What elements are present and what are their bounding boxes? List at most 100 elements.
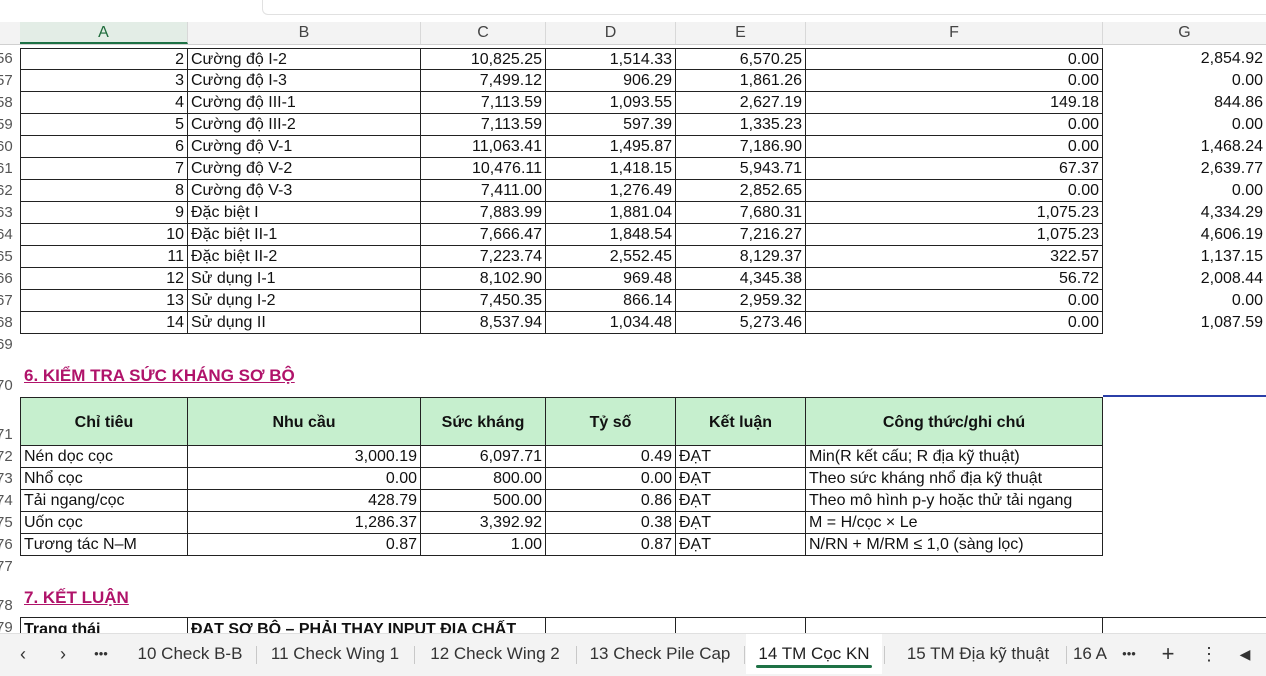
load-cell-name[interactable]: Cường độ V-2	[188, 158, 421, 180]
row-header[interactable]: 75	[0, 514, 16, 534]
load-cell-f[interactable]: 1,075.23	[806, 202, 1103, 224]
load-cell-g[interactable]: 0.00	[1103, 180, 1266, 202]
load-cell-e[interactable]: 5,273.46	[676, 312, 806, 334]
check-cell-d[interactable]: 0.00	[546, 468, 676, 490]
check-cell-a[interactable]: Tương tác N–M	[20, 534, 188, 556]
load-cell-e[interactable]: 7,680.31	[676, 202, 806, 224]
row-header[interactable]: 69	[0, 336, 16, 356]
row-header[interactable]: 62	[0, 182, 16, 202]
row-header[interactable]: 57	[0, 72, 16, 92]
load-cell-name[interactable]: Cường độ V-3	[188, 180, 421, 202]
check-cell-b[interactable]: 1,286.37	[188, 512, 421, 534]
load-cell-d[interactable]: 1,848.54	[546, 224, 676, 246]
next-sheet-icon[interactable]: ›	[48, 634, 78, 674]
load-cell-f[interactable]: 0.00	[806, 312, 1103, 334]
load-cell-f[interactable]: 0.00	[806, 48, 1103, 70]
load-cell-d[interactable]: 1,418.15	[546, 158, 676, 180]
load-cell-c[interactable]: 7,223.74	[421, 246, 546, 268]
check-cell-f[interactable]: Min(R kết cấu; R địa kỹ thuật)	[806, 446, 1103, 468]
row-header[interactable]: 63	[0, 204, 16, 224]
row-header[interactable]: 58	[0, 94, 16, 114]
load-cell-name[interactable]: Cường độ III-2	[188, 114, 421, 136]
load-cell-g[interactable]: 0.00	[1103, 70, 1266, 92]
check-cell-f[interactable]: Theo sức kháng nhổ địa kỹ thuật	[806, 468, 1103, 490]
check-header-cell[interactable]: Công thức/ghi chú	[806, 397, 1103, 446]
load-cell-g[interactable]: 2,854.92	[1103, 48, 1266, 70]
row-header[interactable]: 78	[0, 597, 16, 617]
load-cell-c[interactable]: 10,476.11	[421, 158, 546, 180]
load-cell-f[interactable]: 0.00	[806, 114, 1103, 136]
check-cell-d[interactable]: 0.38	[546, 512, 676, 534]
load-cell-g[interactable]: 844.86	[1103, 92, 1266, 114]
sheet-tab[interactable]: 14 TM Cọc KN	[746, 634, 882, 674]
load-cell-name[interactable]: Cường độ III-1	[188, 92, 421, 114]
load-cell-name[interactable]: Cường độ I-3	[188, 70, 421, 92]
check-cell-b[interactable]: 428.79	[188, 490, 421, 512]
load-cell-name[interactable]: Đặc biệt II-1	[188, 224, 421, 246]
load-cell-n[interactable]: 10	[20, 224, 188, 246]
column-header-f[interactable]: F	[806, 22, 1103, 44]
check-cell-d[interactable]: 0.87	[546, 534, 676, 556]
load-cell-n[interactable]: 3	[20, 70, 188, 92]
load-cell-d[interactable]: 866.14	[546, 290, 676, 312]
load-cell-e[interactable]: 6,570.25	[676, 48, 806, 70]
load-cell-g[interactable]: 1,137.15	[1103, 246, 1266, 268]
load-cell-d[interactable]: 1,093.55	[546, 92, 676, 114]
load-cell-name[interactable]: Đặc biệt I	[188, 202, 421, 224]
load-cell-f[interactable]: 0.00	[806, 136, 1103, 158]
load-cell-f[interactable]: 322.57	[806, 246, 1103, 268]
check-header-cell[interactable]: Sức kháng	[421, 397, 546, 446]
add-sheet-icon[interactable]: +	[1153, 634, 1183, 674]
load-cell-c[interactable]: 7,113.59	[421, 92, 546, 114]
check-cell-d[interactable]: 0.49	[546, 446, 676, 468]
load-cell-e[interactable]: 8,129.37	[676, 246, 806, 268]
load-cell-d[interactable]: 597.39	[546, 114, 676, 136]
check-cell-c[interactable]: 1.00	[421, 534, 546, 556]
load-cell-e[interactable]: 2,627.19	[676, 92, 806, 114]
check-cell-e[interactable]: ĐẠT	[676, 446, 806, 468]
check-cell-a[interactable]: Tải ngang/cọc	[20, 490, 188, 512]
check-cell-c[interactable]: 6,097.71	[421, 446, 546, 468]
row-header[interactable]: 72	[0, 448, 16, 468]
load-cell-d[interactable]: 969.48	[546, 268, 676, 290]
check-cell-c[interactable]: 3,392.92	[421, 512, 546, 534]
column-header-e[interactable]: E	[676, 22, 806, 44]
check-cell-e[interactable]: ĐẠT	[676, 512, 806, 534]
load-cell-e[interactable]: 1,861.26	[676, 70, 806, 92]
row-header[interactable]: 65	[0, 248, 16, 268]
column-header-c[interactable]: C	[421, 22, 546, 44]
check-cell-f[interactable]: Theo mô hình p-y hoặc thử tải ngang	[806, 490, 1103, 512]
check-header-cell[interactable]: Tỷ số	[546, 397, 676, 446]
row-header[interactable]: 61	[0, 160, 16, 180]
load-cell-g[interactable]: 1,087.59	[1103, 312, 1266, 334]
load-cell-name[interactable]: Sử dụng I-1	[188, 268, 421, 290]
load-cell-e[interactable]: 5,943.71	[676, 158, 806, 180]
row-header[interactable]: 73	[0, 470, 16, 490]
column-header-b[interactable]: B	[188, 22, 421, 44]
load-cell-d[interactable]: 1,495.87	[546, 136, 676, 158]
load-cell-f[interactable]: 0.00	[806, 290, 1103, 312]
column-header-d[interactable]: D	[546, 22, 676, 44]
load-cell-d[interactable]: 1,514.33	[546, 48, 676, 70]
load-cell-c[interactable]: 7,499.12	[421, 70, 546, 92]
more-sheets-left-icon[interactable]: •••	[86, 634, 116, 674]
load-cell-e[interactable]: 7,186.90	[676, 136, 806, 158]
sheet-options-icon[interactable]: ⋮	[1194, 634, 1224, 674]
load-cell-g[interactable]: 2,008.44	[1103, 268, 1266, 290]
sheet-tab[interactable]: 15 TM Địa kỹ thuật	[892, 634, 1064, 674]
load-cell-e[interactable]: 2,852.65	[676, 180, 806, 202]
load-cell-c[interactable]: 7,113.59	[421, 114, 546, 136]
load-cell-c[interactable]: 10,825.25	[421, 48, 546, 70]
load-cell-n[interactable]: 7	[20, 158, 188, 180]
check-cell-c[interactable]: 500.00	[421, 490, 546, 512]
load-cell-c[interactable]: 8,102.90	[421, 268, 546, 290]
load-cell-c[interactable]: 7,883.99	[421, 202, 546, 224]
load-cell-name[interactable]: Sử dụng I-2	[188, 290, 421, 312]
load-cell-n[interactable]: 5	[20, 114, 188, 136]
section-7-title[interactable]: 7. KẾT LUẬN	[24, 588, 129, 608]
load-cell-n[interactable]: 11	[20, 246, 188, 268]
load-cell-g[interactable]: 4,334.29	[1103, 202, 1266, 224]
load-cell-n[interactable]: 12	[20, 268, 188, 290]
check-header-cell[interactable]: Kết luận	[676, 397, 806, 446]
row-header[interactable]: 68	[0, 314, 16, 334]
